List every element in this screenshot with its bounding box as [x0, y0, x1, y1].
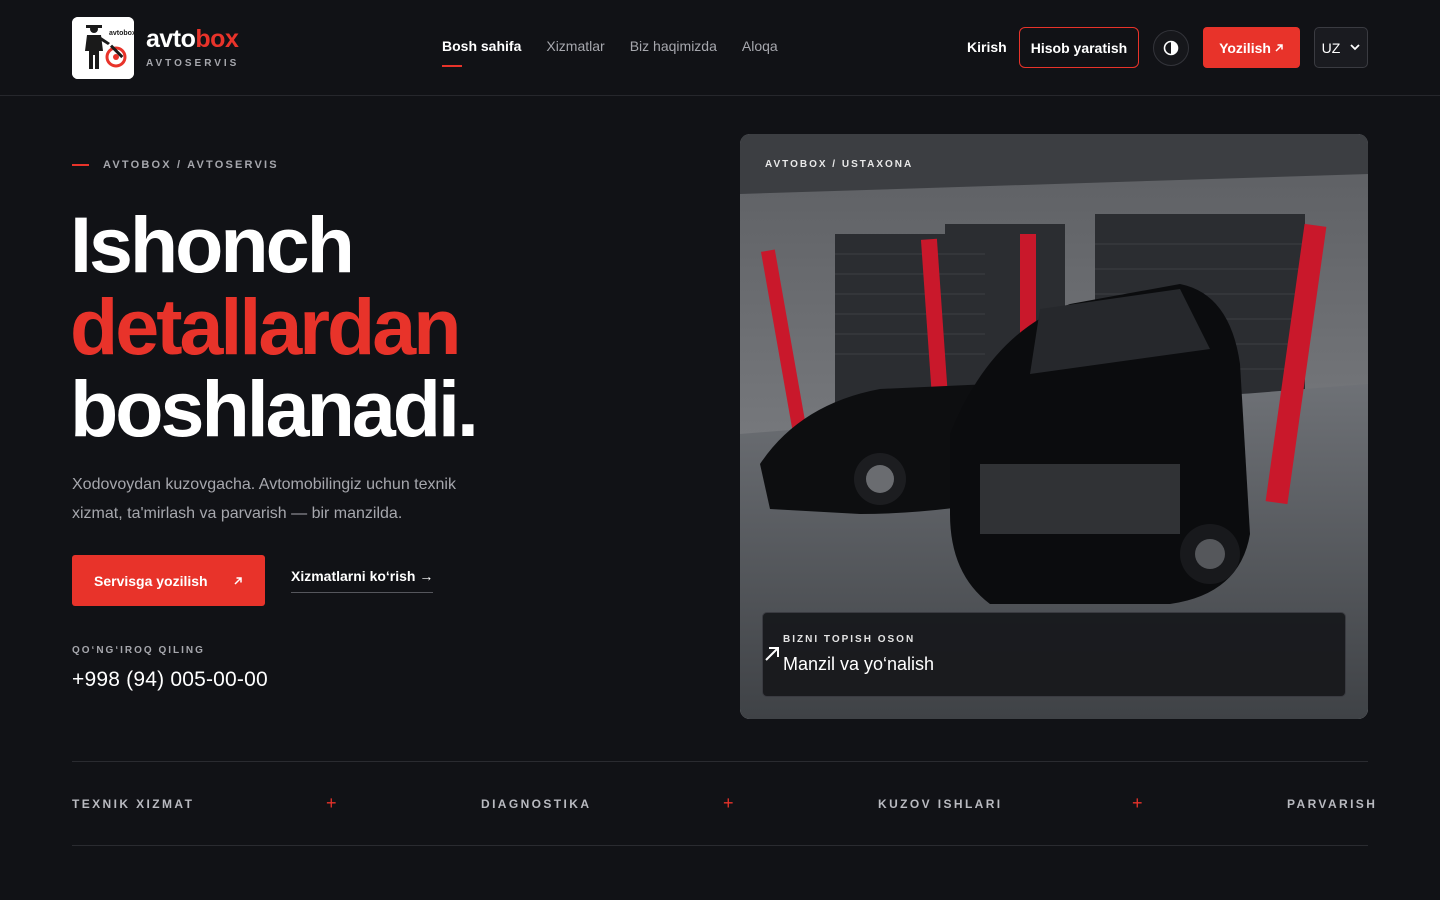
nav-link-home[interactable]: Bosh sahifa — [442, 38, 521, 67]
register-button[interactable]: Hisob yaratish — [1019, 27, 1139, 68]
plus-icon: + — [1132, 793, 1143, 813]
location-card[interactable]: BIZNI TOPISH OSON Manzil va yo‘nalish — [762, 612, 1346, 697]
service-item-bodywork[interactable]: KUZOV ISHLARI — [878, 797, 1003, 811]
book-service-button[interactable]: Servisga yozilish — [72, 555, 265, 606]
eyebrow-dash — [72, 164, 89, 166]
view-services-link[interactable]: Xizmatlarni ko‘rish → — [291, 568, 434, 593]
logo-image[interactable]: avtobox — [72, 17, 134, 79]
arrow-up-right-icon — [765, 647, 779, 661]
logo-text: avtobox — [109, 30, 134, 37]
book-button[interactable]: Yozilish — [1203, 27, 1300, 68]
login-link[interactable]: Kirish — [967, 39, 1007, 55]
service-item-detailing[interactable]: PARVARISH — [1287, 797, 1377, 811]
language-value: UZ — [1321, 39, 1341, 56]
brand[interactable]: avtobox AVTOSERVIS — [146, 24, 239, 69]
hero-eyebrow: AVTOBOX / AVTOSERVIS — [72, 159, 279, 171]
brand-name: avtobox — [146, 24, 239, 54]
arrow-up-right-icon — [1275, 43, 1283, 52]
divider-top — [72, 761, 1368, 762]
service-item-diagnostics[interactable]: DIAGNOSTIKA — [481, 797, 591, 811]
call-label: QO‘NG‘IROQ QILING — [72, 645, 205, 656]
main-nav: Bosh sahifa Xizmatlar Biz haqimizda Aloq… — [442, 38, 778, 67]
hero-lead: Xodovoydan kuzovgacha. Avtomobilingiz uc… — [72, 476, 456, 522]
eyebrow-text: AVTOBOX / AVTOSERVIS — [103, 159, 279, 171]
site-header: avtobox avtobox AVTOSERVIS Bosh sahifa X… — [0, 0, 1440, 96]
arrow-up-right-icon — [234, 576, 242, 585]
contrast-icon — [1163, 40, 1179, 56]
book-service-label: Servisga yozilish — [94, 572, 208, 589]
brand-subtitle: AVTOSERVIS — [146, 58, 240, 69]
language-select[interactable]: UZ — [1314, 27, 1368, 68]
plus-icon: + — [723, 793, 734, 813]
service-item-maintenance[interactable]: TEXNIK XIZMAT — [72, 797, 194, 811]
nav-link-contact[interactable]: Aloqa — [742, 38, 778, 54]
brand-name-part1: avto — [146, 25, 196, 53]
location-card-title: Manzil va yo‘nalish — [783, 654, 935, 674]
plus-icon: + — [326, 793, 337, 813]
chevron-down-icon — [1350, 44, 1360, 51]
theme-toggle-button[interactable] — [1153, 30, 1189, 66]
location-card-kicker: BIZNI TOPISH OSON — [783, 634, 916, 645]
nav-link-about[interactable]: Biz haqimizda — [630, 38, 717, 54]
hero-title-line2: detallardan — [70, 282, 461, 371]
brand-name-part2: box — [195, 25, 239, 53]
nav-link-services[interactable]: Xizmatlar — [546, 38, 604, 54]
hero-title-line3: boshlanadi. — [70, 364, 479, 453]
hero-title: Ishonch detallardan boshlanadi. — [70, 200, 479, 453]
divider-bottom — [72, 845, 1368, 846]
book-button-label: Yozilish — [1219, 39, 1271, 56]
phone-number[interactable]: +998 (94) 005-00-00 — [72, 668, 268, 692]
workshop-photo: AVTOBOX / USTAXONA BIZNI TOPISH OSON Man… — [740, 134, 1368, 719]
photo-tag: AVTOBOX / USTAXONA — [765, 159, 914, 170]
hero-title-line1: Ishonch — [70, 200, 355, 289]
